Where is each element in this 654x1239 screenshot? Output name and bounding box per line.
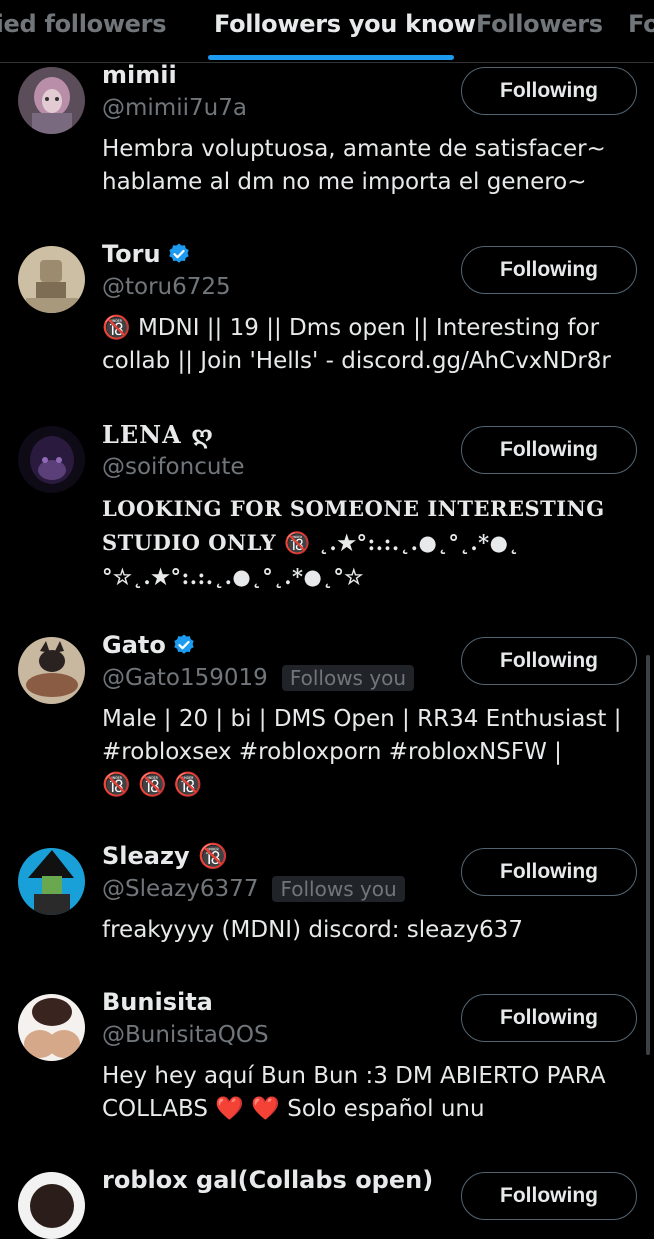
user-name[interactable]: mimii xyxy=(102,61,177,89)
avatar[interactable] xyxy=(18,246,85,313)
handle-row: @BunisitaQOS xyxy=(102,1022,269,1048)
user-name[interactable]: LENA ღ xyxy=(102,420,214,449)
tab-verified-followers[interactable]: rified followers xyxy=(0,10,166,38)
verified-badge-icon xyxy=(174,634,194,654)
following-button[interactable]: Following xyxy=(461,246,637,294)
follows-you-badge: Follows you xyxy=(281,665,415,691)
user-name[interactable]: Bunisita xyxy=(102,988,213,1016)
following-button[interactable]: Following xyxy=(461,848,637,896)
verified-badge-icon xyxy=(168,243,189,263)
user-handle[interactable]: @Sleazy6377 xyxy=(102,876,258,902)
following-button[interactable]: Following xyxy=(461,1172,637,1220)
tab-following[interactable]: Fo xyxy=(628,10,654,38)
avatar[interactable] xyxy=(18,637,85,704)
user-handle[interactable]: @toru6725 xyxy=(102,274,231,300)
scrollbar[interactable] xyxy=(646,655,650,1055)
avatar[interactable] xyxy=(18,426,85,493)
display-name[interactable]: LENA ღ xyxy=(102,420,214,449)
user-handle[interactable]: @BunisitaQOS xyxy=(102,1022,269,1048)
following-button[interactable]: Following xyxy=(461,637,637,685)
following-button[interactable]: Following xyxy=(461,67,637,115)
handle-row: @mimii7u7a xyxy=(102,95,247,121)
handle-row: @toru6725 xyxy=(102,274,231,300)
user-name[interactable]: Toru xyxy=(102,240,191,268)
user-name[interactable]: Sleazy 🔞 xyxy=(102,842,228,870)
handle-row: @soifoncute xyxy=(102,454,245,480)
tab-followers-you-know[interactable]: Followers you know xyxy=(214,10,476,38)
avatar[interactable] xyxy=(18,994,85,1061)
display-name[interactable]: Toru xyxy=(102,240,161,268)
avatar[interactable] xyxy=(18,848,85,915)
user-handle[interactable]: @soifoncute xyxy=(102,454,245,480)
following-button[interactable]: Following xyxy=(461,994,637,1042)
handle-row: @Gato159019 Follows you xyxy=(102,665,415,691)
display-name[interactable]: Bunisita xyxy=(102,988,213,1016)
tab-followers[interactable]: Followers xyxy=(476,10,603,38)
tab-bar: rified followers Followers you know Foll… xyxy=(0,0,654,63)
following-button[interactable]: Following xyxy=(461,426,637,474)
user-handle[interactable]: @Gato159019 xyxy=(102,665,268,691)
display-name[interactable]: Sleazy 🔞 xyxy=(102,842,228,870)
handle-row: @Sleazy6377 Follows you xyxy=(102,876,405,902)
user-bio: freakyyyy (MDNI) discord: sleazy637 xyxy=(102,917,523,943)
follows-you-badge: Follows you xyxy=(272,876,405,902)
active-tab-indicator xyxy=(208,55,454,60)
display-name[interactable]: mimii xyxy=(102,61,177,89)
user-bio: Hembra voluptuosa, amante de satisfacer~… xyxy=(102,136,606,195)
user-bio: 🔞 MDNI || 19 || Dms open || Interesting … xyxy=(102,315,611,374)
avatar[interactable] xyxy=(18,67,85,134)
avatar[interactable] xyxy=(18,1172,85,1239)
user-name[interactable]: Gato xyxy=(102,631,196,659)
user-name[interactable]: roblox gal(Collabs open) xyxy=(102,1166,433,1194)
display-name[interactable]: roblox gal(Collabs open) xyxy=(102,1166,433,1194)
display-name[interactable]: Gato xyxy=(102,631,166,659)
user-handle[interactable]: @mimii7u7a xyxy=(102,95,247,121)
user-bio: Hey hey aquí Bun Bun :3 DM ABIERTO PARA … xyxy=(102,1063,606,1122)
user-bio: Male | 20 | bi | DMS Open | RR34 Enthusi… xyxy=(102,706,622,798)
user-bio: LOOKING FOR SOMEONE INTERESTING STUDIO O… xyxy=(102,496,605,589)
